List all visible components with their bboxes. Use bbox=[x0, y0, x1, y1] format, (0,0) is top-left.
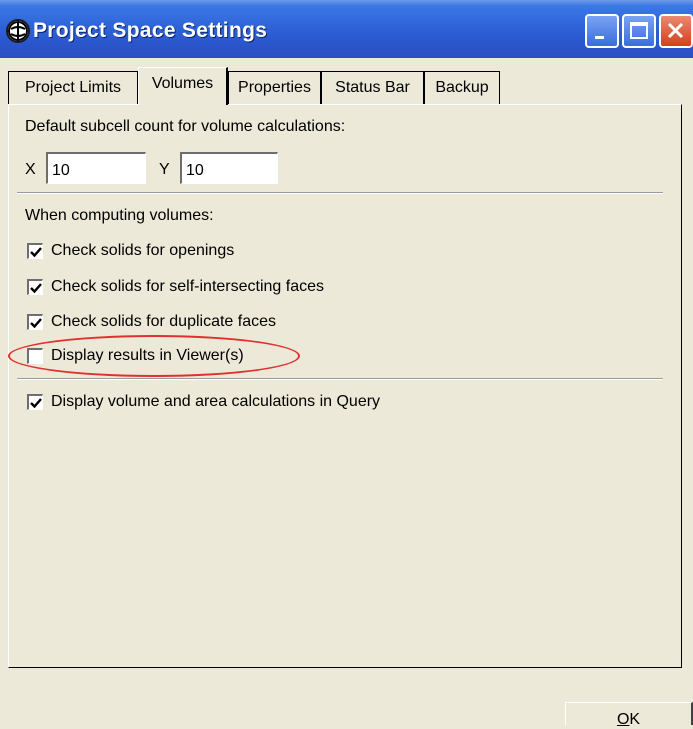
y-label: Y bbox=[159, 161, 170, 178]
section-divider bbox=[17, 192, 663, 194]
maximize-button[interactable] bbox=[622, 14, 656, 48]
project-space-settings-dialog: Project Space Settings Project Limits Vo… bbox=[0, 0, 693, 728]
tab-label: Status Bar bbox=[335, 79, 410, 96]
title-bar[interactable]: Project Space Settings bbox=[0, 0, 693, 58]
volumes-tab-panel bbox=[8, 104, 682, 668]
tab-label: Properties bbox=[238, 79, 311, 96]
checkmark-icon bbox=[30, 318, 42, 329]
tab-properties[interactable]: Properties bbox=[228, 71, 321, 104]
tab-status-bar[interactable]: Status Bar bbox=[321, 71, 424, 104]
check-self-intersecting-checkbox[interactable] bbox=[27, 279, 43, 295]
check-duplicate-faces-checkbox[interactable] bbox=[27, 314, 43, 330]
display-query-checkbox[interactable] bbox=[27, 394, 43, 410]
subcell-count-label: Default subcell count for volume calcula… bbox=[25, 118, 346, 135]
tab-project-limits[interactable]: Project Limits bbox=[8, 71, 138, 104]
maximize-icon bbox=[630, 22, 648, 39]
minimize-button[interactable] bbox=[585, 14, 619, 48]
tab-volumes[interactable]: Volumes bbox=[138, 67, 228, 105]
window-title: Project Space Settings bbox=[33, 19, 268, 42]
computing-volumes-label: When computing volumes: bbox=[25, 207, 214, 224]
check-self-intersecting-label: Check solids for self-intersecting faces bbox=[51, 278, 324, 295]
ok-accelerator: O bbox=[616, 711, 630, 728]
close-icon bbox=[667, 22, 684, 39]
red-annotation-ellipse bbox=[8, 335, 300, 377]
ok-label-rest: K bbox=[629, 711, 641, 728]
section-divider bbox=[17, 378, 663, 380]
app-globe-icon bbox=[6, 19, 30, 43]
x-label: X bbox=[25, 161, 36, 178]
check-duplicate-faces-label: Check solids for duplicate faces bbox=[51, 313, 276, 330]
checkmark-icon bbox=[30, 247, 42, 258]
tab-label: Backup bbox=[435, 79, 489, 96]
check-openings-checkbox[interactable] bbox=[27, 243, 43, 259]
check-openings-label: Check solids for openings bbox=[51, 242, 235, 259]
ok-button[interactable]: OK bbox=[565, 702, 693, 728]
close-button[interactable] bbox=[659, 14, 693, 48]
subcell-x-input[interactable] bbox=[46, 152, 146, 184]
checkmark-icon bbox=[30, 283, 42, 294]
subcell-y-input[interactable] bbox=[180, 152, 278, 184]
checkmark-icon bbox=[30, 398, 42, 409]
tab-backup[interactable]: Backup bbox=[424, 71, 500, 104]
tab-label: Volumes bbox=[151, 75, 214, 92]
minimize-icon bbox=[595, 36, 604, 39]
display-query-label: Display volume and area calculations in … bbox=[51, 393, 381, 410]
tab-label: Project Limits bbox=[24, 79, 122, 96]
